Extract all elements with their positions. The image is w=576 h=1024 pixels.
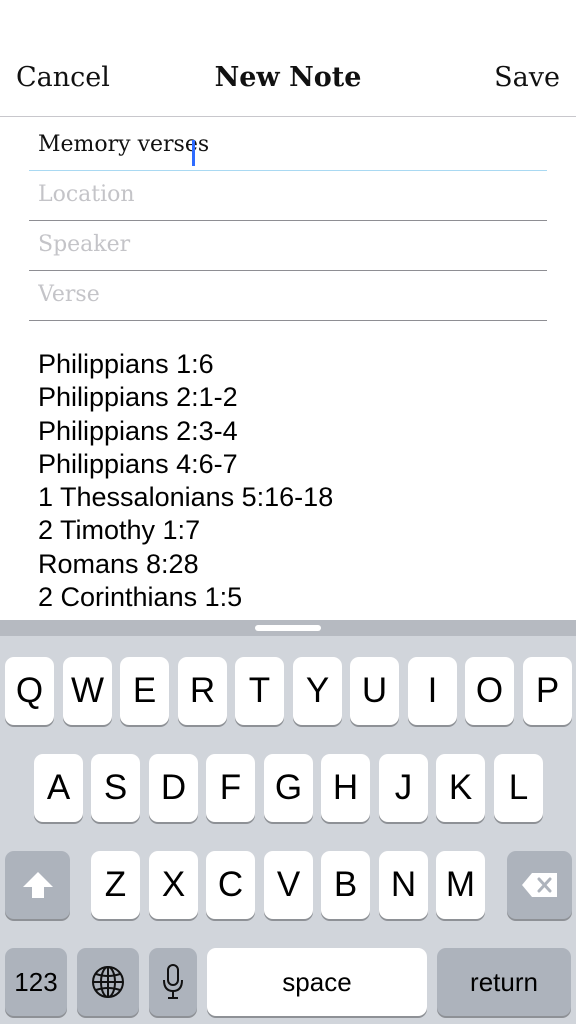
numbers-key[interactable]: 123 [5, 948, 67, 1016]
key-x[interactable]: X [149, 851, 198, 919]
key-w[interactable]: W [63, 657, 112, 725]
delete-key[interactable] [507, 851, 572, 919]
note-line: Philippians 2:1-2 [38, 382, 238, 413]
microphone-icon [163, 964, 183, 999]
key-o[interactable]: O [465, 657, 514, 725]
key-d[interactable]: D [149, 754, 198, 822]
key-f[interactable]: F [206, 754, 255, 822]
key-k[interactable]: K [436, 754, 485, 822]
navigation-bar: Cancel New Note Save [0, 0, 576, 117]
speaker-input[interactable] [38, 224, 538, 264]
key-a[interactable]: A [34, 754, 83, 822]
return-key[interactable]: return [437, 948, 571, 1016]
note-line: Philippians 2:3-4 [38, 415, 238, 446]
key-v[interactable]: V [264, 851, 313, 919]
shift-key[interactable] [5, 851, 70, 919]
shift-icon [22, 872, 53, 898]
keyboard-handle[interactable] [0, 620, 576, 636]
keyboard-grip [255, 625, 321, 631]
key-c[interactable]: C [206, 851, 255, 919]
key-s[interactable]: S [91, 754, 140, 822]
keyboard: Q W E R T Y U I O P A S D F G H J K L Z … [0, 620, 576, 1024]
title-field [29, 120, 547, 171]
key-y[interactable]: Y [293, 657, 342, 725]
globe-icon [92, 966, 124, 998]
note-line: Philippians 1:6 [38, 349, 214, 379]
backspace-icon [521, 873, 557, 897]
note-line: Romans 8:28 [38, 548, 199, 579]
location-field [29, 170, 547, 221]
location-input[interactable] [38, 174, 538, 214]
note-line: 2 Timothy 1:7 [38, 515, 201, 546]
page-title-text: New Note [214, 62, 362, 93]
note-line: 1 Thessalonians 5:16-18 [38, 482, 334, 513]
key-b[interactable]: B [321, 851, 370, 919]
key-q[interactable]: Q [5, 657, 54, 725]
key-r[interactable]: R [178, 657, 227, 725]
key-z[interactable]: Z [91, 851, 140, 919]
space-key[interactable]: space [207, 948, 427, 1016]
key-e[interactable]: E [120, 657, 169, 725]
verse-input[interactable] [38, 274, 538, 314]
key-i[interactable]: I [408, 657, 457, 725]
key-h[interactable]: H [321, 754, 370, 822]
verse-field [29, 270, 547, 321]
key-j[interactable]: J [379, 754, 428, 822]
key-g[interactable]: G [264, 754, 313, 822]
save-button[interactable]: Save [494, 58, 560, 98]
key-t[interactable]: T [235, 657, 284, 725]
title-input[interactable] [38, 124, 538, 164]
cancel-button[interactable]: Cancel [16, 58, 110, 98]
key-l[interactable]: L [494, 754, 543, 822]
key-n[interactable]: N [379, 851, 428, 919]
speaker-field [29, 220, 547, 271]
text-cursor [192, 140, 195, 166]
globe-key[interactable] [77, 948, 139, 1016]
microphone-key[interactable] [149, 948, 197, 1016]
key-p[interactable]: P [523, 657, 572, 725]
key-m[interactable]: M [436, 851, 485, 919]
notes-text-area[interactable]: Philippians 1:6 Philippians 2:1-2 Philip… [38, 348, 548, 614]
note-line: 2 Corinthians 1:5 [38, 582, 243, 613]
note-line: Philippians 4:6-7 [38, 448, 238, 479]
key-u[interactable]: U [350, 657, 399, 725]
